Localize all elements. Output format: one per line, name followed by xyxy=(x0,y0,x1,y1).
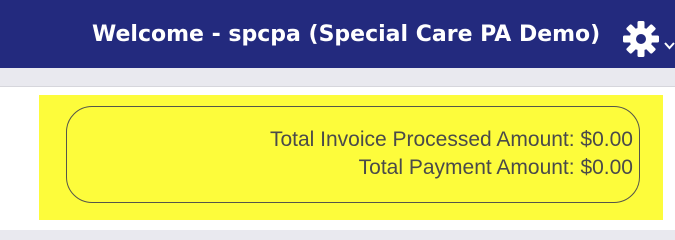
welcome-text: Welcome - spcpa (Special Care PA Demo) xyxy=(92,22,601,47)
top-header-bar: Welcome - spcpa (Special Care PA Demo) xyxy=(0,0,675,68)
chevron-down-icon[interactable] xyxy=(664,38,675,50)
gear-icon[interactable] xyxy=(620,18,662,60)
total-invoice-processed-amount: Total Invoice Processed Amount: $0.00 xyxy=(269,128,633,151)
total-payment-amount: Total Payment Amount: $0.00 xyxy=(358,156,633,179)
amount-summary-box: Total Invoice Processed Amount: $0.00 To… xyxy=(66,106,640,203)
